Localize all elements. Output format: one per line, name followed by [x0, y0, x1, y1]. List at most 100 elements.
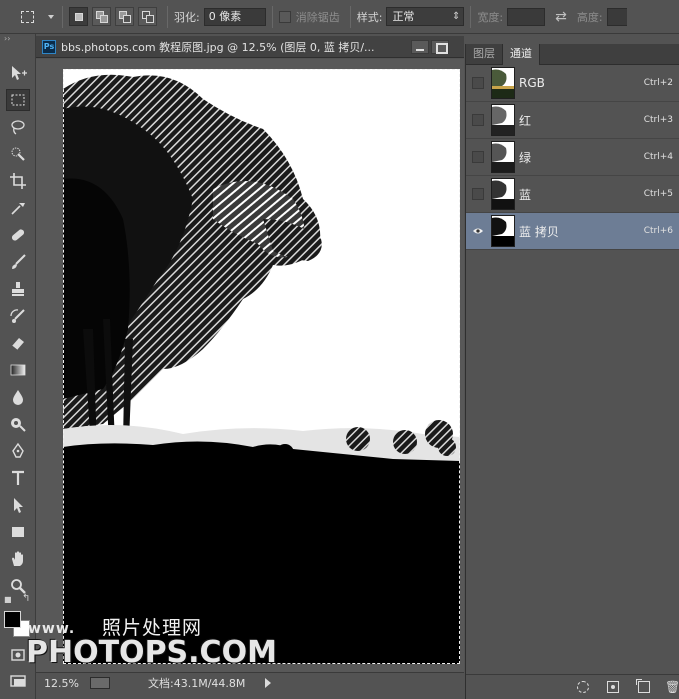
tab-channels[interactable]: 通道 — [503, 44, 540, 65]
screen-mode-icon — [10, 675, 26, 687]
eye-icon — [473, 228, 483, 234]
marquee-icon — [11, 94, 25, 106]
style-select[interactable]: 正常 — [386, 7, 465, 26]
channel-name: 红 — [519, 113, 532, 128]
divider — [167, 5, 168, 28]
drop-icon — [13, 390, 23, 405]
thumbnail-image — [492, 179, 514, 209]
rectangle-icon — [12, 527, 24, 537]
swap-width-height-icon[interactable]: ⇄ — [555, 9, 567, 25]
channel-row-blue[interactable]: 蓝 Ctrl+5 — [466, 176, 679, 213]
divider — [271, 5, 273, 28]
hand-tool[interactable] — [6, 548, 30, 570]
minimize-button[interactable] — [411, 39, 429, 54]
image-canvas[interactable] — [63, 69, 460, 664]
channel-row-rgb[interactable]: RGB Ctrl+2 — [466, 65, 679, 102]
visibility-toggle[interactable] — [472, 225, 484, 237]
arrow-cursor-icon — [14, 498, 23, 513]
channel-row-red[interactable]: 红 Ctrl+3 — [466, 102, 679, 139]
crop-tool[interactable] — [6, 170, 30, 192]
canvas-area[interactable] — [36, 59, 464, 672]
quick-mask-button[interactable] — [6, 644, 30, 666]
visibility-toggle[interactable] — [472, 77, 484, 89]
trash-icon[interactable]: 🗑 — [665, 681, 679, 693]
foreground-color-swatch[interactable] — [4, 611, 21, 628]
screen-mode-button[interactable] — [6, 670, 30, 692]
stamp-icon — [12, 282, 24, 296]
brush-tool[interactable] — [6, 251, 30, 273]
toolbar-grip[interactable]: ›› — [0, 34, 35, 44]
eyedropper-tool[interactable] — [6, 197, 30, 219]
history-brush-tool[interactable] — [6, 305, 30, 327]
antialias-label: 消除锯齿 — [295, 10, 340, 24]
rectangle-tool[interactable] — [6, 521, 30, 543]
mobile-preview-icon[interactable] — [90, 677, 110, 689]
rectangular-marquee-icon — [21, 10, 34, 23]
visibility-toggle[interactable] — [472, 151, 484, 163]
add-to-selection-button[interactable] — [92, 7, 111, 26]
path-selection-tool[interactable] — [6, 494, 30, 516]
intersect-selection-icon-part — [146, 15, 154, 23]
channel-thumbnail — [491, 104, 515, 136]
thumbnail-image — [492, 216, 514, 246]
panel-tabs: 图层 通道 — [466, 44, 679, 65]
tab-layers[interactable]: 图层 — [466, 44, 503, 64]
feather-label: 羽化: — [174, 10, 200, 24]
intersect-selection-button[interactable] — [138, 7, 157, 26]
lasso-tool[interactable] — [6, 116, 30, 138]
channel-shortcut: Ctrl+2 — [643, 78, 673, 88]
dodge-tool[interactable] — [6, 413, 30, 435]
load-channel-as-selection-icon[interactable] — [577, 681, 589, 693]
visibility-toggle[interactable] — [472, 114, 484, 126]
document-tab[interactable]: Ps bbs.photops.com 教程原图.jpg @ 12.5% (图层 … — [36, 36, 464, 58]
options-bar: 羽化: 0 像素 消除锯齿 样式: 正常 宽度: ⇄ 高度: — [0, 0, 679, 34]
channel-thumbnail — [491, 141, 515, 173]
photoshop-window: 羽化: 0 像素 消除锯齿 样式: 正常 宽度: ⇄ 高度: ›› — [0, 0, 679, 699]
height-input[interactable] — [606, 7, 627, 26]
rectangular-marquee-tool[interactable] — [6, 89, 30, 111]
channel-name: 绿 — [519, 150, 532, 165]
lasso-icon — [11, 120, 25, 135]
swap-colors-icon[interactable]: ↰ — [22, 593, 30, 604]
document-window: Ps bbs.photops.com 教程原图.jpg @ 12.5% (图层 … — [36, 36, 464, 693]
type-tool[interactable] — [6, 467, 30, 489]
subtract-selection-icon-part — [123, 15, 131, 23]
thumbnail-image — [492, 105, 514, 135]
eyedropper-icon — [11, 203, 25, 215]
zoom-level[interactable]: 12.5% — [40, 675, 84, 692]
move-tool[interactable] — [6, 62, 30, 84]
eraser-tool[interactable] — [6, 332, 30, 354]
visibility-toggle[interactable] — [472, 188, 484, 200]
crop-icon — [10, 173, 26, 189]
status-menu-arrow-icon[interactable] — [265, 678, 272, 688]
feather-input[interactable]: 0 像素 — [203, 7, 266, 26]
clone-stamp-tool[interactable] — [6, 278, 30, 300]
width-input[interactable] — [507, 7, 546, 26]
quick-selection-icon — [11, 147, 25, 161]
channel-thumbnail — [491, 67, 515, 99]
antialias-checkbox[interactable] — [278, 10, 291, 23]
add-selection-icon-part — [100, 15, 108, 23]
tool-preset-picker[interactable] — [18, 6, 54, 28]
default-colors-icon[interactable]: ■ — [4, 595, 12, 604]
blur-tool[interactable] — [6, 386, 30, 408]
gradient-tool[interactable] — [6, 359, 30, 381]
subtract-from-selection-button[interactable] — [115, 7, 134, 26]
channel-shortcut: Ctrl+5 — [643, 189, 673, 199]
quick-mask-icon — [11, 649, 25, 661]
channel-row-blue-copy[interactable]: 蓝 拷贝 Ctrl+6 — [466, 213, 679, 250]
new-selection-button[interactable] — [69, 7, 88, 26]
move-icon — [12, 66, 27, 80]
document-size: 文档:43.1M/44.8M — [148, 677, 246, 690]
type-icon — [12, 470, 24, 485]
channel-row-green[interactable]: 绿 Ctrl+4 — [466, 139, 679, 176]
healing-brush-tool[interactable] — [6, 224, 30, 246]
maximize-button[interactable] — [431, 39, 449, 54]
save-selection-as-channel-icon[interactable] — [607, 681, 619, 693]
new-channel-icon[interactable] — [636, 679, 650, 693]
pen-icon — [12, 442, 24, 458]
quick-selection-tool[interactable] — [6, 143, 30, 165]
pen-tool[interactable] — [6, 440, 30, 462]
brush-icon — [12, 254, 26, 269]
height-label: 高度: — [576, 10, 603, 24]
